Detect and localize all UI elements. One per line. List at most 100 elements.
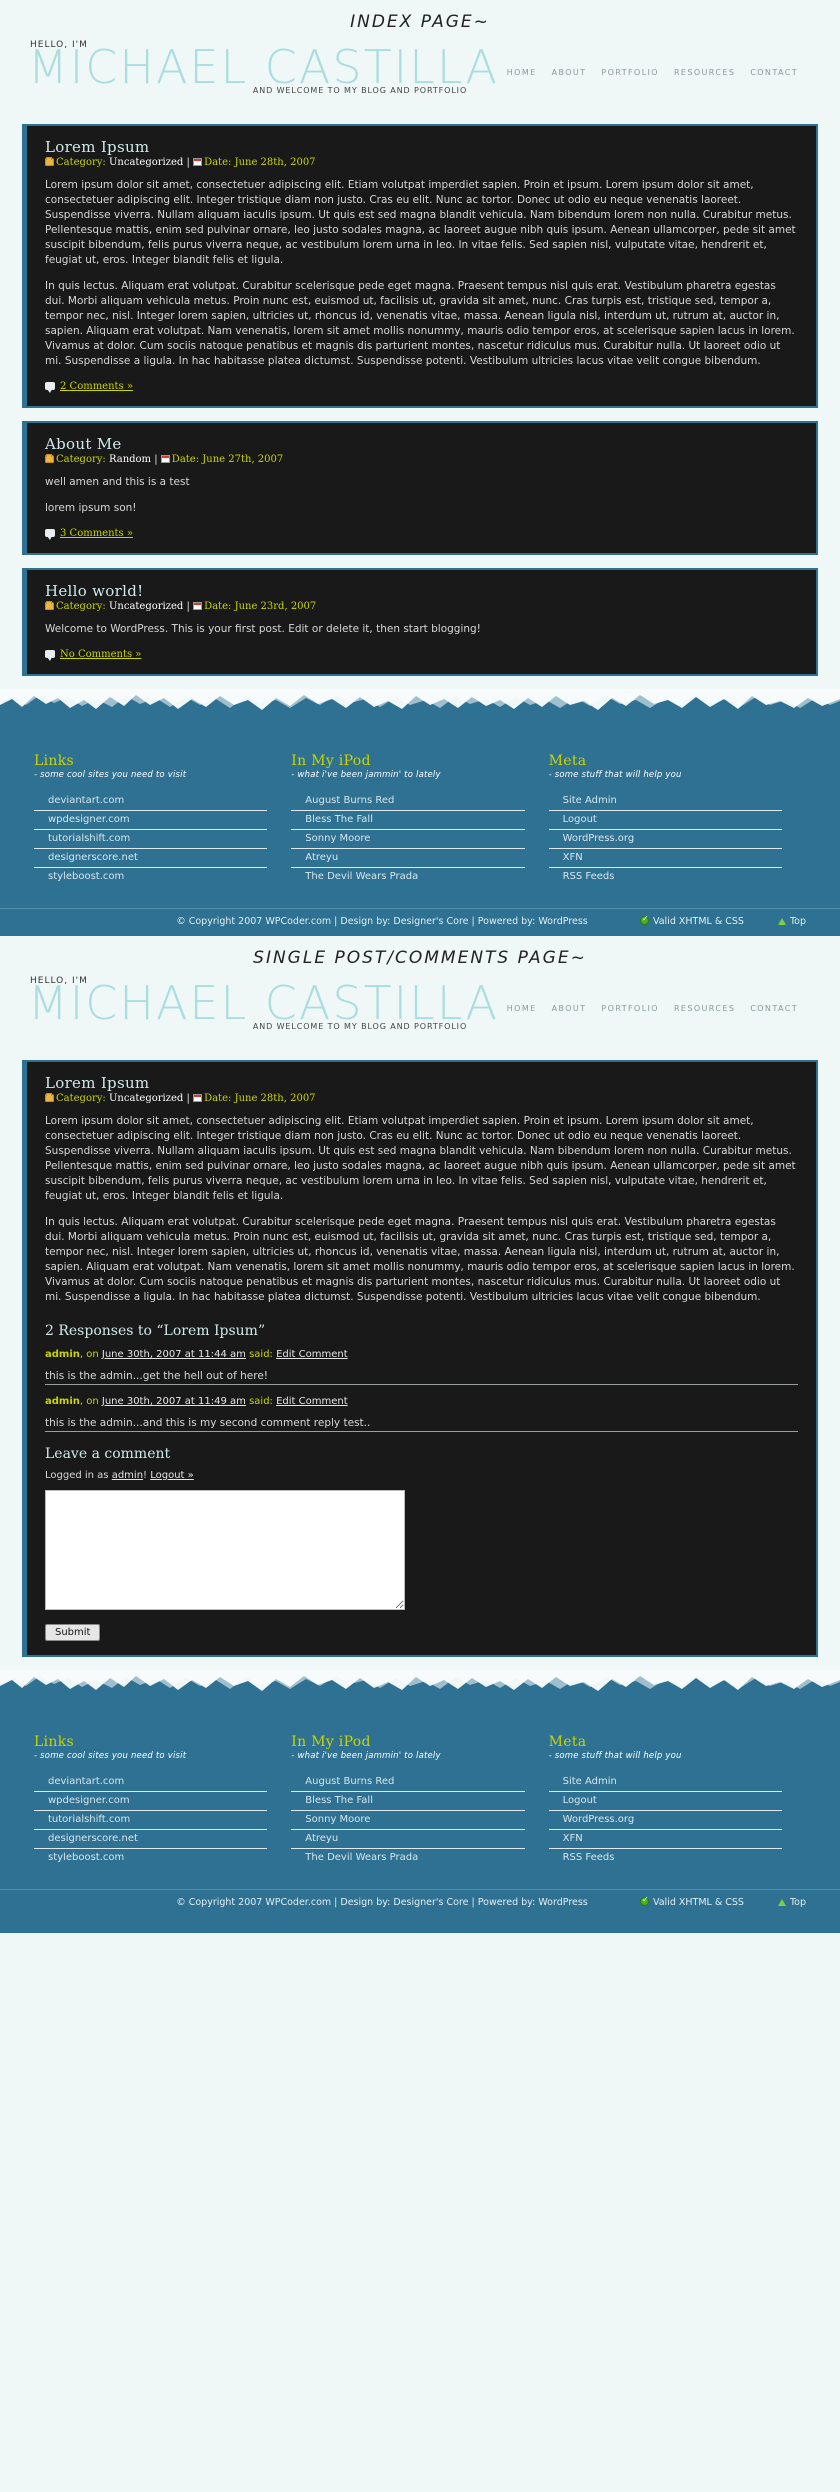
list-item[interactable]: styleboost.com [34,868,267,886]
link-label[interactable]: RSS Feeds [549,1849,782,1867]
link-label[interactable]: Sonny Moore [291,1811,524,1829]
post-title[interactable]: Hello world! [45,582,798,600]
link-label[interactable]: Sonny Moore [291,830,524,848]
link-label[interactable]: Logout [549,1792,782,1810]
link-label[interactable]: Site Admin [549,1773,782,1791]
link-label[interactable]: wpdesigner.com [34,811,267,829]
link-label[interactable]: tutorialshift.com [34,1811,267,1829]
list-item[interactable]: The Devil Wears Prada [291,1849,524,1867]
list-item[interactable]: Sonny Moore [291,830,525,849]
post-title[interactable]: Lorem Ipsum [45,138,798,156]
list-item[interactable]: August Burns Red [291,792,525,811]
category-value[interactable]: Uncategorized [109,1093,183,1104]
list-item[interactable]: styleboost.com [34,1849,267,1867]
edit-comment-link[interactable]: Edit Comment [276,1396,348,1407]
edit-comment-link[interactable]: Edit Comment [276,1349,348,1360]
logged-in-username[interactable]: admin [112,1470,143,1481]
list-item[interactable]: WordPress.org [548,830,782,849]
nav-item-portfolio[interactable]: PORTFOLIO [601,1004,659,1013]
back-to-top-link[interactable]: Top [777,916,806,927]
link-label[interactable]: Bless The Fall [291,811,524,829]
nav-item-about[interactable]: ABOUT [552,68,587,77]
list-item[interactable]: tutorialshift.com [34,1811,268,1830]
list-item[interactable]: Sonny Moore [291,1811,525,1830]
link-label[interactable]: tutorialshift.com [34,830,267,848]
link-label[interactable]: deviantart.com [34,792,267,810]
primary-nav[interactable]: HOME ABOUT PORTFOLIO RESOURCES CONTACT [496,68,798,77]
valid-xhtml-badge[interactable]: Valid XHTML & CSS [639,914,744,927]
comment-date-link[interactable]: June 30th, 2007 at 11:44 am [102,1349,246,1360]
list-item[interactable]: designerscore.net [34,849,268,868]
link-label[interactable]: XFN [549,849,782,867]
nav-item-contact[interactable]: CONTACT [750,68,798,77]
list-item[interactable]: Logout [548,811,782,830]
logout-link[interactable]: Logout » [150,1470,194,1481]
link-label[interactable]: WordPress.org [549,1811,782,1829]
list-item[interactable]: wpdesigner.com [34,811,268,830]
post-comments-link[interactable]: 2 Comments » [45,381,798,393]
link-label[interactable]: styleboost.com [34,868,267,886]
link-label[interactable]: Atreyu [291,849,524,867]
post-comments-link[interactable]: 3 Comments » [45,528,798,540]
list-item[interactable]: deviantart.com [34,1773,268,1792]
list-item[interactable]: RSS Feeds [549,868,782,886]
list-item[interactable]: tutorialshift.com [34,830,268,849]
list-item[interactable]: Atreyu [291,849,525,868]
nav-item-home[interactable]: HOME [507,68,537,77]
list-item[interactable]: Bless The Fall [291,811,525,830]
list-item[interactable]: Atreyu [291,1830,525,1849]
list-item[interactable]: The Devil Wears Prada [291,868,524,886]
link-label[interactable]: WordPress.org [549,830,782,848]
nav-item-contact[interactable]: CONTACT [750,1004,798,1013]
list-item[interactable]: Site Admin [548,792,782,811]
nav-item-resources[interactable]: RESOURCES [674,68,735,77]
nav-item-about[interactable]: ABOUT [552,1004,587,1013]
primary-nav[interactable]: HOME ABOUT PORTFOLIO RESOURCES CONTACT [496,1004,798,1013]
category-value[interactable]: Uncategorized [109,157,183,168]
top-label[interactable]: Top [790,916,806,927]
link-label[interactable]: August Burns Red [291,792,524,810]
link-label[interactable]: styleboost.com [34,1849,267,1867]
list-item[interactable]: XFN [548,849,782,868]
comments-link-label[interactable]: No Comments » [60,649,141,660]
category-value[interactable]: Random [109,454,151,465]
link-label[interactable]: RSS Feeds [549,868,782,886]
post-title[interactable]: About Me [45,435,798,453]
list-item[interactable]: wpdesigner.com [34,1792,268,1811]
link-label[interactable]: designerscore.net [34,1830,267,1848]
valid-xhtml-badge[interactable]: Valid XHTML & CSS [639,1895,744,1908]
nav-item-resources[interactable]: RESOURCES [674,1004,735,1013]
category-value[interactable]: Uncategorized [109,601,183,612]
valid-label[interactable]: Valid XHTML & CSS [653,916,744,927]
link-label[interactable]: The Devil Wears Prada [291,1849,524,1867]
link-label[interactable]: Bless The Fall [291,1792,524,1810]
nav-item-portfolio[interactable]: PORTFOLIO [601,68,659,77]
nav-item-home[interactable]: HOME [507,1004,537,1013]
list-item[interactable]: WordPress.org [548,1811,782,1830]
list-item[interactable]: designerscore.net [34,1830,268,1849]
list-item[interactable]: August Burns Red [291,1773,525,1792]
top-label[interactable]: Top [790,1897,806,1908]
post-comments-link[interactable]: No Comments » [45,649,798,661]
comment-textarea[interactable] [45,1490,405,1610]
list-item[interactable]: deviantart.com [34,792,268,811]
link-label[interactable]: Site Admin [549,792,782,810]
comments-link-label[interactable]: 3 Comments » [60,528,133,539]
valid-label[interactable]: Valid XHTML & CSS [653,1897,744,1908]
link-label[interactable]: wpdesigner.com [34,1792,267,1810]
submit-comment-button[interactable]: Submit [45,1624,101,1641]
comment-date-link[interactable]: June 30th, 2007 at 11:49 am [102,1396,246,1407]
link-label[interactable]: Logout [549,811,782,829]
link-label[interactable]: August Burns Red [291,1773,524,1791]
link-label[interactable]: designerscore.net [34,849,267,867]
list-item[interactable]: RSS Feeds [549,1849,782,1867]
link-label[interactable]: XFN [549,1830,782,1848]
list-item[interactable]: XFN [548,1830,782,1849]
list-item[interactable]: Bless The Fall [291,1792,525,1811]
comments-link-label[interactable]: 2 Comments » [60,381,133,392]
back-to-top-link[interactable]: Top [777,1897,806,1908]
list-item[interactable]: Site Admin [548,1773,782,1792]
link-label[interactable]: The Devil Wears Prada [291,868,524,886]
comment-author[interactable]: admin [45,1396,80,1407]
comment-author[interactable]: admin [45,1349,80,1360]
